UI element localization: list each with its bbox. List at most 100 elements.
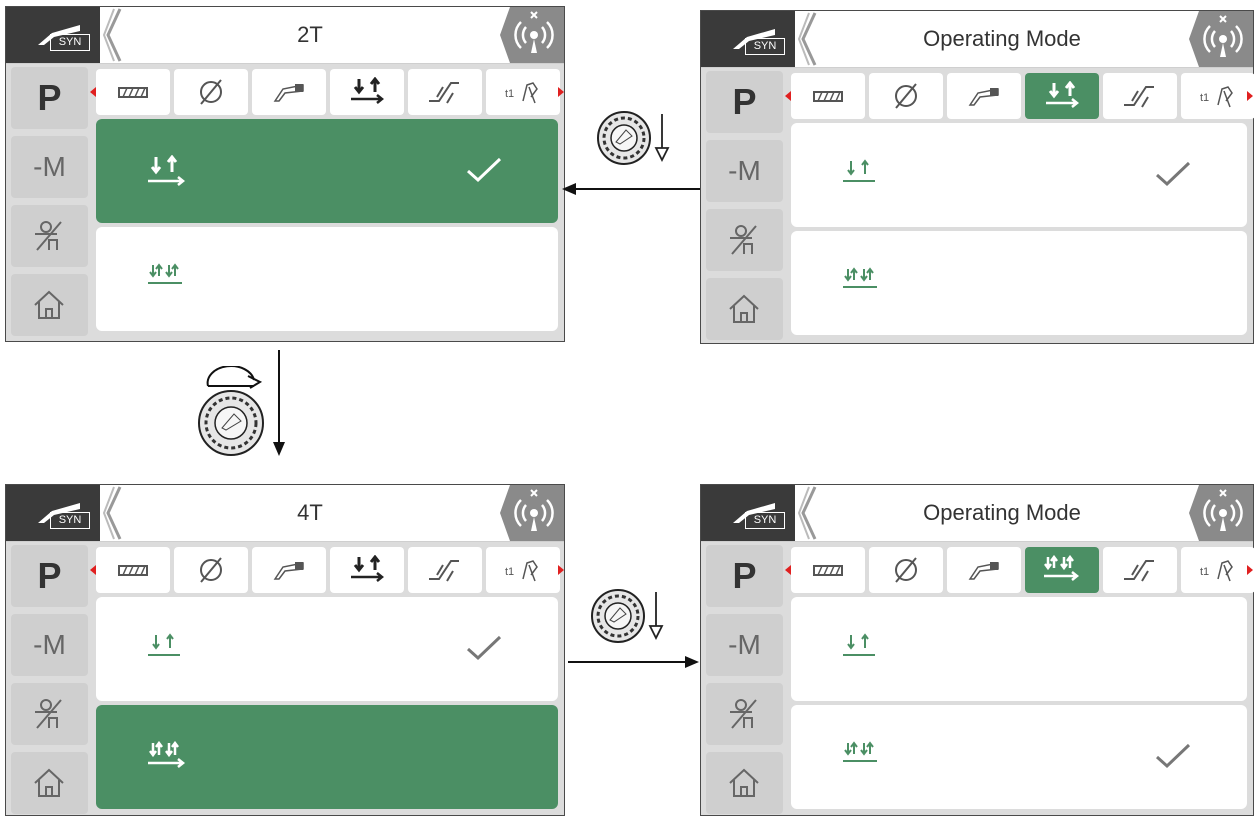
tab-timer[interactable]: t1	[486, 547, 560, 593]
option-4t[interactable]	[96, 227, 558, 331]
option-2t[interactable]	[791, 597, 1247, 701]
ground-clamp-icon	[730, 699, 757, 729]
check-icon	[466, 157, 502, 183]
wireless-off-icon[interactable]	[1187, 11, 1253, 67]
tab-bar: t1	[791, 73, 1255, 119]
knob-rotate-icon	[198, 390, 264, 456]
ground-clamp-icon	[35, 699, 62, 729]
tab-material[interactable]	[96, 547, 170, 593]
arrow-head-down-icon	[273, 442, 285, 456]
rotate-arrow-icon	[206, 366, 263, 389]
sidebar-item-memory[interactable]: -M	[706, 614, 783, 676]
scroll-right-indicator	[558, 87, 564, 97]
sidebar-item-program[interactable]: P	[11, 545, 88, 607]
sidebar-item-home[interactable]	[11, 274, 88, 336]
4t-mode-icon	[843, 267, 877, 288]
tab-slope[interactable]	[408, 547, 482, 593]
tab-material[interactable]	[96, 69, 170, 115]
synergic-button[interactable]: SYN	[6, 7, 100, 63]
tab-slope[interactable]	[1103, 547, 1177, 593]
synergic-button[interactable]: SYN	[701, 11, 795, 67]
sidebar-item-ground[interactable]	[11, 683, 88, 745]
tab-material[interactable]	[791, 547, 865, 593]
wireless-off-icon[interactable]	[498, 7, 564, 63]
flow-arrow-line	[278, 350, 280, 446]
2t-mode-icon	[148, 155, 186, 186]
tab-diameter[interactable]	[174, 69, 248, 115]
sidebar-item-memory[interactable]: -M	[706, 140, 783, 202]
scroll-right-indicator	[1247, 565, 1253, 575]
sidebar-item-home[interactable]	[11, 752, 88, 814]
screen-operating-mode-4t: SYN Operating Mode P -M t1	[700, 484, 1255, 816]
timer-label: t1	[1200, 92, 1209, 104]
synergic-button[interactable]: SYN	[6, 485, 100, 541]
tab-diameter[interactable]	[869, 73, 943, 119]
trigger-mode-icon	[351, 77, 385, 104]
back-chevron-icon[interactable]	[102, 485, 124, 541]
wireless-off-icon[interactable]	[1187, 485, 1253, 541]
tab-timer[interactable]: t1	[1181, 73, 1255, 119]
tab-torch[interactable]	[947, 547, 1021, 593]
trigger-mode-icon	[351, 555, 385, 582]
tab-timer[interactable]: t1	[1181, 547, 1255, 593]
page-title: Operating Mode	[923, 26, 1081, 51]
sidebar-item-program[interactable]: P	[706, 545, 783, 607]
back-chevron-icon[interactable]	[797, 485, 819, 541]
timer-label: t1	[505, 566, 514, 578]
header: SYN Operating Mode	[701, 485, 1253, 542]
tab-bar: t1	[791, 547, 1255, 593]
material-icon	[813, 91, 843, 102]
option-2t[interactable]	[96, 119, 558, 223]
sidebar-item-ground[interactable]	[706, 209, 783, 271]
diameter-icon	[895, 83, 917, 109]
timer-label: t1	[505, 88, 514, 100]
sidebar: P -M	[706, 545, 783, 815]
sidebar-item-memory[interactable]: -M	[11, 136, 88, 198]
back-chevron-icon[interactable]	[797, 11, 819, 67]
page-title: 4T	[297, 500, 323, 525]
tab-operating-mode[interactable]	[330, 547, 404, 593]
ground-clamp-icon	[35, 221, 62, 251]
option-4t[interactable]	[791, 231, 1247, 335]
synergic-button[interactable]: SYN	[701, 485, 795, 541]
option-4t[interactable]	[96, 705, 558, 809]
sidebar-item-memory[interactable]: -M	[11, 614, 88, 676]
tab-torch[interactable]	[947, 73, 1021, 119]
knob-press-icon	[597, 111, 670, 165]
slope-icon	[429, 560, 459, 582]
tab-torch[interactable]	[252, 69, 326, 115]
wireless-off-icon[interactable]	[498, 485, 564, 541]
timer-icon: t1	[505, 82, 538, 104]
back-chevron-icon[interactable]	[102, 7, 124, 63]
sidebar-item-home[interactable]	[706, 752, 783, 814]
sidebar-item-ground[interactable]	[11, 205, 88, 267]
tab-timer[interactable]: t1	[486, 69, 560, 115]
sidebar: P -M	[706, 71, 783, 341]
trigger-mode-icon	[1044, 555, 1080, 581]
sidebar-item-home[interactable]	[706, 278, 783, 340]
check-icon	[1155, 161, 1191, 187]
sidebar-item-program[interactable]: P	[11, 67, 88, 129]
option-2t[interactable]	[791, 123, 1247, 227]
tab-slope[interactable]	[1103, 73, 1177, 119]
sidebar-item-program[interactable]: P	[706, 71, 783, 133]
tab-operating-mode[interactable]	[1025, 73, 1099, 119]
diameter-icon	[895, 557, 917, 583]
tab-operating-mode[interactable]	[1025, 547, 1099, 593]
tab-diameter[interactable]	[174, 547, 248, 593]
tab-operating-mode[interactable]	[330, 69, 404, 115]
slope-icon	[429, 82, 459, 104]
knob-press-icon	[591, 589, 664, 643]
synergic-label: SYN	[50, 34, 90, 51]
header: SYN 2T	[6, 7, 564, 64]
tab-slope[interactable]	[408, 69, 482, 115]
option-2t[interactable]	[96, 597, 558, 701]
sidebar-item-ground[interactable]	[706, 683, 783, 745]
tab-torch[interactable]	[252, 547, 326, 593]
tab-material[interactable]	[791, 73, 865, 119]
option-4t[interactable]	[791, 705, 1247, 809]
2t-mode-icon	[843, 159, 875, 182]
tab-diameter[interactable]	[869, 547, 943, 593]
home-icon	[34, 290, 64, 319]
header: SYN 4T	[6, 485, 564, 542]
